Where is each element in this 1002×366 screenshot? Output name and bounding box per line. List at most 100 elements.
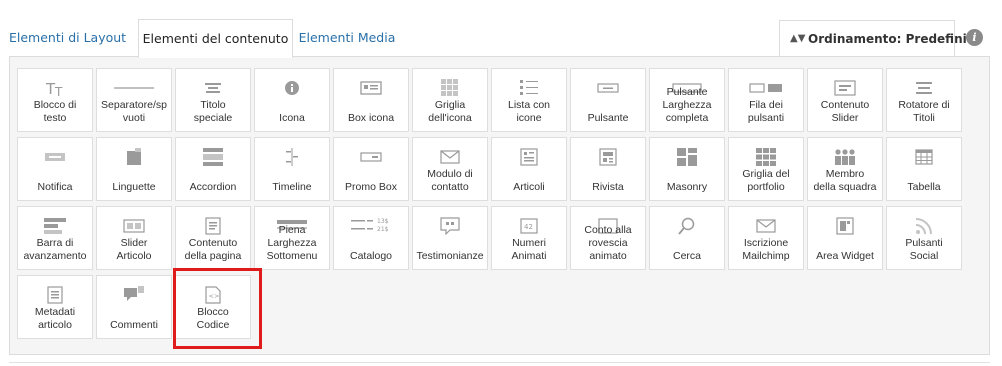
element-label: Cerca — [672, 250, 701, 262]
element-label: Catalogo — [349, 250, 393, 262]
element-articles[interactable]: Articoli — [491, 137, 567, 201]
title-icon — [176, 77, 250, 99]
element-magazine[interactable]: Rivista — [570, 137, 646, 201]
progress-bar-icon — [18, 215, 92, 237]
element-portfolio-grid[interactable]: Griglia del portfolio — [728, 137, 804, 201]
element-label: Contenuto Slider — [820, 99, 870, 124]
element-label: Accordion — [189, 181, 237, 193]
accordion-icon — [176, 146, 250, 168]
element-search[interactable]: Cerca — [649, 206, 725, 270]
element-label: Conto alla rovescia animato — [584, 224, 632, 262]
element-label: Griglia del portfolio — [742, 168, 790, 193]
portfolio-grid-icon — [729, 146, 803, 168]
svg-text:T: T — [54, 85, 63, 97]
element-title[interactable]: Titolo speciale — [175, 68, 251, 132]
element-page-content[interactable]: Contenuto della pagina — [175, 206, 251, 270]
catalog-icon: 13$ 21$ — [334, 215, 408, 237]
element-label: Membro della squadra — [813, 168, 877, 193]
element-post-meta[interactable]: Metadati articolo — [17, 275, 93, 339]
svg-text:13$: 13$ — [377, 218, 389, 225]
separator-icon — [97, 77, 171, 99]
element-table[interactable]: Tabella — [886, 137, 962, 201]
notification-icon — [18, 146, 92, 168]
team-member-icon — [808, 146, 882, 168]
sort-order-label: Ordinamento: Predefinito — [808, 32, 981, 46]
element-countdown[interactable]: Conto alla rovescia animato — [570, 206, 646, 270]
element-label: Modulo di contatto — [427, 168, 473, 193]
tab-media-elements[interactable]: Elementi Media — [297, 19, 397, 56]
element-timeline[interactable]: Timeline — [254, 137, 330, 201]
element-label: Pulsante — [587, 112, 629, 124]
element-progress-bar[interactable]: Barra di avanzamento — [17, 206, 93, 270]
element-label: Tabella — [907, 181, 941, 193]
element-code-block[interactable]: <> Blocco Codice — [175, 275, 251, 339]
element-catalog[interactable]: 13$ 21$ Catalogo — [333, 206, 409, 270]
element-widget-area[interactable]: Area Widget — [807, 206, 883, 270]
element-label: Blocco Codice — [196, 306, 230, 331]
element-label: Icona — [279, 112, 305, 124]
element-label: Articoli — [513, 181, 545, 193]
button-icon — [571, 77, 645, 99]
element-label: Pulsanti Social — [905, 237, 943, 262]
icon-grid-icon — [413, 77, 487, 99]
element-label: Promo Box — [345, 181, 397, 193]
element-separator[interactable]: Separatore/sp vuoti — [96, 68, 172, 132]
elements-panel: T T Blocco di testo Separatore/sp vuoti Tito… — [9, 56, 990, 355]
element-label: Notifica — [37, 181, 73, 193]
articles-icon — [492, 146, 566, 168]
element-icon[interactable]: Icona — [254, 68, 330, 132]
element-team-member[interactable]: Membro della squadra — [807, 137, 883, 201]
element-masonry[interactable]: Masonry — [649, 137, 725, 201]
element-label: Piena Larghezza Sottomenu — [266, 224, 318, 262]
page-content-icon — [176, 215, 250, 237]
element-animated-numbers[interactable]: 42 Numeri Animati — [491, 206, 567, 270]
element-button-row[interactable]: Fila dei pulsanti — [728, 68, 804, 132]
button-row-icon — [729, 77, 803, 99]
comments-icon — [97, 284, 171, 306]
social-buttons-icon — [887, 215, 961, 237]
element-comments[interactable]: Commenti — [96, 275, 172, 339]
mailchimp-icon — [729, 215, 803, 237]
content-slider-icon — [808, 77, 882, 99]
element-title-rotator[interactable]: Rotatore di Titoli — [886, 68, 962, 132]
element-label: Separatore/sp vuoti — [101, 99, 167, 124]
element-testimonials[interactable]: Testimonianze — [412, 206, 488, 270]
element-label: Contenuto della pagina — [184, 237, 242, 262]
element-accordion[interactable]: Accordion — [175, 137, 251, 201]
element-label: Rivista — [592, 181, 624, 193]
element-promo-box[interactable]: Promo Box — [333, 137, 409, 201]
element-icon-grid[interactable]: Griglia dell'icona — [412, 68, 488, 132]
element-mailchimp[interactable]: Iscrizione Mailchimp — [728, 206, 804, 270]
element-label: Blocco di testo — [33, 99, 77, 124]
text-block-icon: TT — [18, 77, 92, 99]
element-content-slider[interactable]: Contenuto Slider — [807, 68, 883, 132]
magazine-icon — [571, 146, 645, 168]
element-icon-list[interactable]: Lista con icone — [491, 68, 567, 132]
element-tabs[interactable]: Linguette — [96, 137, 172, 201]
element-envelope[interactable]: Modulo di contatto — [412, 137, 488, 201]
element-fullwidth-submenu[interactable]: Piena Larghezza Sottomenu — [254, 206, 330, 270]
tab-layout-elements[interactable]: Elementi di Layout — [9, 19, 126, 56]
element-fullwidth-button[interactable]: Pulsante Larghezza completa — [649, 68, 725, 132]
info-icon[interactable]: i — [966, 29, 983, 46]
element-label: Slider Articolo — [116, 237, 152, 262]
element-label: Metadati articolo — [34, 306, 76, 331]
element-label: Fila dei pulsanti — [747, 99, 785, 124]
element-label: Timeline — [272, 181, 312, 193]
element-label: Testimonianze — [416, 250, 484, 262]
element-label: Barra di avanzamento — [23, 237, 87, 262]
element-label: Area Widget — [816, 250, 874, 262]
table-icon — [887, 146, 961, 168]
element-notification[interactable]: Notifica — [17, 137, 93, 201]
bottom-divider — [9, 362, 990, 363]
animated-numbers-icon: 42 — [492, 215, 566, 237]
element-text-block[interactable]: T T Blocco di testo — [17, 68, 93, 132]
element-icon-box[interactable]: Box icona — [333, 68, 409, 132]
element-button[interactable]: Pulsante — [570, 68, 646, 132]
sort-order-button[interactable]: ▲▼ Ordinamento: Predefinito — [779, 20, 981, 56]
element-label: Numeri Animati — [511, 237, 547, 262]
tab-content-elements[interactable]: Elementi del contenuto — [138, 19, 293, 58]
element-social-buttons[interactable]: Pulsanti Social — [886, 206, 962, 270]
icon-box-icon — [334, 77, 408, 99]
element-post-slider[interactable]: Slider Articolo — [96, 206, 172, 270]
